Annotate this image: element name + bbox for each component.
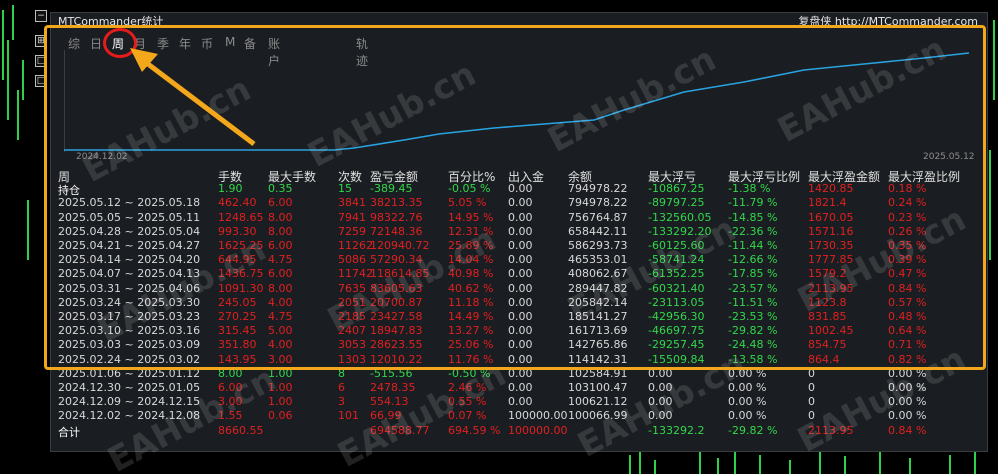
cell-count: 3	[338, 395, 345, 409]
cell-count: 6	[338, 381, 345, 394]
cell-max-lots: 0.06	[268, 409, 293, 423]
cell-period: 2024.12.30 ~ 2025.01.05	[58, 381, 201, 394]
cell-count: 101	[338, 409, 359, 423]
total-max-profit-pct: 0.84 %	[888, 423, 927, 437]
total-pct: 694.59 %	[448, 423, 501, 437]
total-lots: 8660.55	[218, 423, 264, 437]
cell-balance: 103100.47	[568, 381, 628, 394]
cell-max-profit: 0	[808, 395, 815, 409]
cell-max-profit: 0	[808, 381, 815, 394]
total-max-loss-pct: -29.82 %	[728, 423, 778, 437]
cell-pnl: 2478.35	[370, 381, 416, 394]
cell-flow: 0.00	[508, 395, 533, 409]
table-row[interactable]: 2024.12.30 ~ 2025.01.05 6.00 1.00 6 2478.35 2…	[58, 381, 978, 395]
annotation-arrow	[130, 48, 256, 146]
cell-max-loss-pct: 0.00 %	[728, 395, 767, 409]
minimize-button[interactable]: −	[35, 10, 47, 22]
cell-max-loss-pct: 0.00 %	[728, 409, 767, 423]
total-flow: 100000.00	[508, 423, 568, 437]
total-label: 合计	[58, 425, 80, 439]
cell-flow: 100000.00	[508, 409, 568, 423]
